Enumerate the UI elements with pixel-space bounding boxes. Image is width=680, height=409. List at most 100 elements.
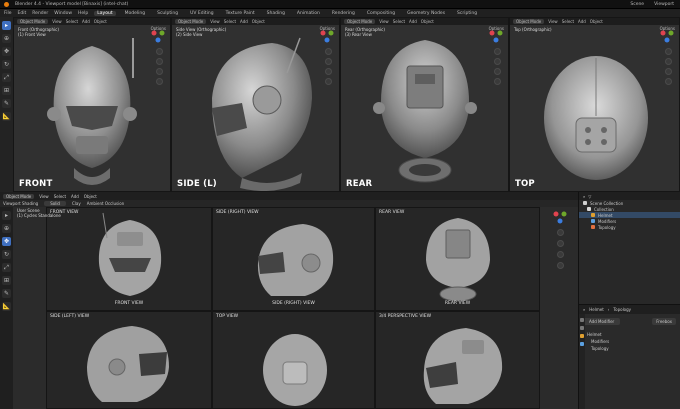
measure-tool-icon[interactable]: 📐: [2, 112, 11, 121]
mode-selector[interactable]: Object Mode: [513, 19, 545, 24]
viewport-side-left[interactable]: Object Mode View Select Add Object Optio…: [171, 17, 340, 192]
shading-mode-dropdown[interactable]: Solid: [44, 201, 66, 206]
pan-hand-icon[interactable]: [325, 58, 332, 65]
grid-cell-side-right[interactable]: SIDE (RIGHT) VIEW SIDE (RIGHT) VIEW: [212, 207, 375, 311]
axis-gizmo-icon[interactable]: [552, 209, 568, 225]
zoom-icon[interactable]: [494, 48, 501, 55]
zoom-icon[interactable]: [156, 48, 163, 55]
pan-hand-icon[interactable]: [156, 58, 163, 65]
menu-file[interactable]: File: [4, 11, 12, 16]
grid-icon[interactable]: [665, 78, 672, 85]
menu-add[interactable]: Add: [240, 19, 248, 24]
grid-icon[interactable]: [325, 78, 332, 85]
clay-toggle[interactable]: Clay: [72, 201, 81, 206]
menu-add[interactable]: Add: [578, 19, 586, 24]
axis-gizmo-icon[interactable]: [319, 28, 335, 44]
axis-gizmo-icon[interactable]: [659, 28, 675, 44]
axis-gizmo-icon[interactable]: [488, 28, 504, 44]
menu-view[interactable]: View: [52, 19, 62, 24]
pan-hand-icon[interactable]: [665, 58, 672, 65]
viewport-rear[interactable]: Object Mode View Select Add Object Optio…: [340, 17, 509, 192]
scale-tool-icon[interactable]: ⤢: [2, 73, 11, 82]
tool-tab-icon[interactable]: [580, 318, 584, 322]
measure-tool-icon[interactable]: 📐: [2, 302, 11, 311]
grid-cell-rear[interactable]: REAR VIEW REAR VIEW: [375, 207, 540, 311]
workspace-tab-scripting[interactable]: Scripting: [454, 11, 480, 16]
menu-select[interactable]: Select: [562, 19, 574, 24]
workspace-tab-texture-paint[interactable]: Texture Paint: [223, 11, 258, 16]
workspace-tab-sculpting[interactable]: Sculpting: [154, 11, 181, 16]
select-tool-icon[interactable]: ▸: [2, 211, 11, 220]
annotate-tool-icon[interactable]: ✎: [2, 289, 11, 298]
workspace-tab-compositing[interactable]: Compositing: [364, 11, 398, 16]
pan-hand-icon[interactable]: [494, 58, 501, 65]
mode-selector[interactable]: Object Mode: [175, 19, 207, 24]
zoom-icon[interactable]: [665, 48, 672, 55]
zoom-icon[interactable]: [325, 48, 332, 55]
add-modifier-button[interactable]: Add Modifier: [583, 318, 621, 325]
grid-cell-top[interactable]: TOP VIEW: [212, 311, 375, 409]
freebox-tab[interactable]: Freebox: [652, 318, 676, 325]
scene-selector[interactable]: Scene: [626, 2, 648, 7]
menu-window[interactable]: Window: [54, 11, 72, 16]
workspace-tab-uv-editing[interactable]: UV Editing: [187, 11, 216, 16]
menu-select[interactable]: Select: [224, 19, 236, 24]
menu-object[interactable]: Object: [590, 19, 603, 24]
grid-icon[interactable]: [494, 78, 501, 85]
transform-tool-icon[interactable]: ⊞: [2, 276, 11, 285]
grid-icon[interactable]: [556, 262, 564, 269]
search-icon[interactable]: ⌕: [583, 194, 585, 199]
tree-item-modifiers[interactable]: Modifiers: [583, 338, 676, 345]
menu-object[interactable]: Object: [84, 194, 97, 199]
tree-item-helmet[interactable]: Helmet: [583, 331, 676, 338]
grid-cell-perspective[interactable]: 3/4 PERSPECTIVE VIEW: [375, 311, 540, 409]
filter-icon[interactable]: ▽: [588, 194, 591, 199]
menu-object[interactable]: Object: [94, 19, 107, 24]
camera-icon[interactable]: [494, 68, 501, 75]
render-tab-icon[interactable]: [580, 326, 584, 330]
modifier-name-field[interactable]: Topology: [613, 307, 631, 312]
tree-item-topology[interactable]: Topology: [583, 345, 676, 352]
workspace-tab-modeling[interactable]: Modeling: [122, 11, 148, 16]
menu-view[interactable]: View: [548, 19, 558, 24]
outliner-item-topology[interactable]: Topology: [579, 224, 680, 230]
modifier-tab-icon[interactable]: [580, 342, 584, 346]
move-tool-icon[interactable]: ✥: [2, 237, 11, 246]
move-tool-icon[interactable]: ✥: [2, 47, 11, 56]
annotate-tool-icon[interactable]: ✎: [2, 99, 11, 108]
axis-gizmo-icon[interactable]: [150, 28, 166, 44]
ambient-occlusion-toggle[interactable]: Ambient Occlusion: [87, 201, 125, 206]
mode-selector[interactable]: Object Mode: [3, 193, 35, 199]
menu-select[interactable]: Select: [393, 19, 405, 24]
transform-tool-icon[interactable]: ⊞: [2, 86, 11, 95]
camera-icon[interactable]: [325, 68, 332, 75]
workspace-tab-shading[interactable]: Shading: [264, 11, 288, 16]
menu-select[interactable]: Select: [66, 19, 78, 24]
menu-help[interactable]: Help: [78, 11, 88, 16]
scale-tool-icon[interactable]: ⤢: [2, 263, 11, 272]
menu-add[interactable]: Add: [409, 19, 417, 24]
mode-selector[interactable]: Object Mode: [17, 19, 49, 24]
viewport-top[interactable]: Object Mode View Select Add Object Optio…: [509, 17, 680, 192]
pan-hand-icon[interactable]: [556, 240, 564, 247]
menu-add[interactable]: Add: [71, 194, 79, 199]
object-name-field[interactable]: Helmet: [589, 307, 604, 312]
grid-cell-side-left[interactable]: SIDE (LEFT) VIEW: [46, 311, 212, 409]
mode-selector[interactable]: Object Mode: [344, 19, 376, 24]
camera-icon[interactable]: [665, 68, 672, 75]
cursor-tool-icon[interactable]: ⊕: [2, 34, 11, 43]
select-box-tool-icon[interactable]: ▸: [2, 21, 11, 30]
menu-view[interactable]: View: [39, 194, 49, 199]
menu-add[interactable]: Add: [82, 19, 90, 24]
rotate-tool-icon[interactable]: ↻: [2, 250, 11, 259]
camera-icon[interactable]: [556, 251, 564, 258]
workspace-tab-rendering[interactable]: Rendering: [329, 11, 358, 16]
viewport-layer-selector[interactable]: Viewport: [654, 2, 680, 7]
menu-edit[interactable]: Edit: [18, 11, 27, 16]
viewport-front[interactable]: Object Mode View Select Add Object Optio…: [13, 17, 171, 192]
grid-icon[interactable]: [156, 78, 163, 85]
object-tab-icon[interactable]: [580, 334, 584, 338]
cursor-tool-icon[interactable]: ⊕: [2, 224, 11, 233]
camera-icon[interactable]: [156, 68, 163, 75]
grid-cell-front[interactable]: FRONT VIEW FRONT VIEW: [46, 207, 212, 311]
